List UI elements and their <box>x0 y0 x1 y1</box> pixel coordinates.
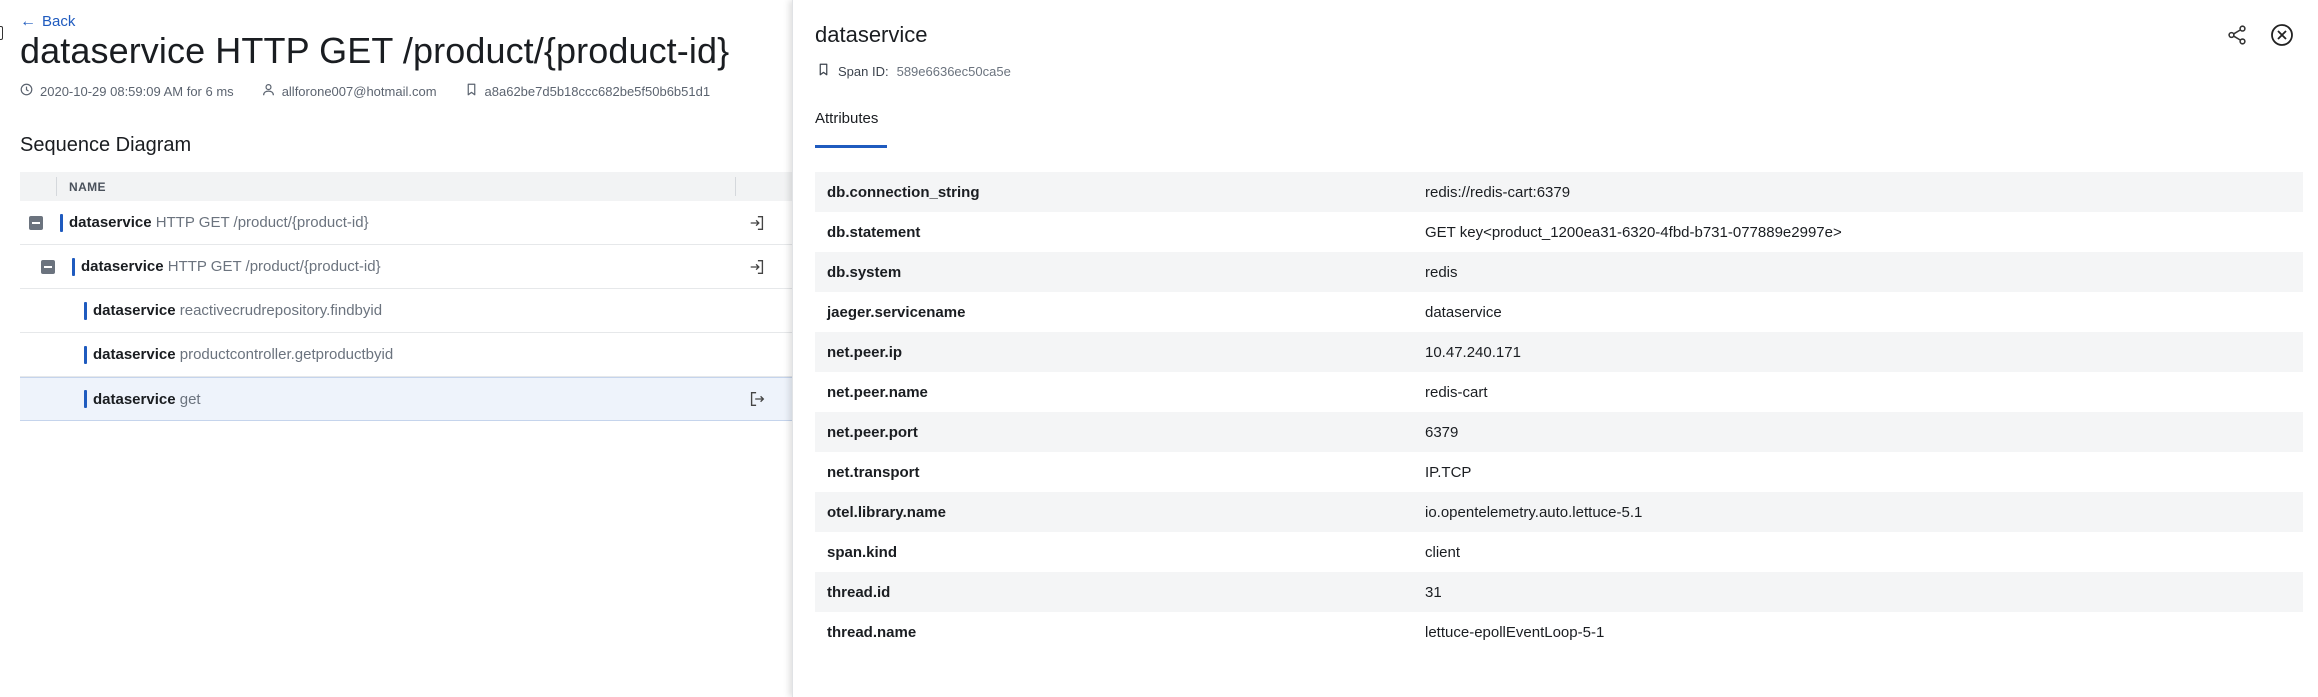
span-row[interactable]: dataservice HTTP GET /product/{product-i… <box>20 245 792 289</box>
attribute-row: db.system redis <box>815 252 2303 292</box>
span-operation: reactivecrudrepository.findbyid <box>179 302 383 319</box>
enter-span-icon[interactable] <box>748 214 766 232</box>
enter-span-icon[interactable] <box>748 258 766 276</box>
attribute-value: IP.TCP <box>1425 463 1472 481</box>
trace-id-text: a8a62be7d5b18ccc682be5f50b6b51d1 <box>484 83 711 99</box>
span-service: dataservice <box>93 346 176 363</box>
attribute-key: jaeger.servicename <box>827 303 966 321</box>
collapse-icon[interactable] <box>29 215 43 230</box>
column-divider[interactable] <box>735 177 736 196</box>
page-title: dataservice HTTP GET /product/{product-i… <box>20 30 730 71</box>
attribute-value: 31 <box>1425 583 1442 601</box>
attribute-row: net.peer.name redis-cart <box>815 372 2303 412</box>
attribute-value: 6379 <box>1425 423 1459 441</box>
attribute-key: db.statement <box>827 223 921 241</box>
panel-title: dataservice <box>815 22 928 47</box>
tab-attributes[interactable]: Attributes <box>815 110 888 148</box>
attribute-row: thread.id 31 <box>815 572 2303 612</box>
attribute-row: db.statement GET key<product_1200ea31-632… <box>815 212 2303 252</box>
sequence-grid: NAME dataservice HTTP GET /product/{prod… <box>20 172 792 421</box>
attribute-key: thread.name <box>827 623 917 641</box>
attribute-key: db.connection_string <box>827 183 980 201</box>
span-id-label: Span ID: <box>838 63 889 79</box>
trace-meta: 2020-10-29 08:59:09 AM for 6 ms allforon… <box>20 83 738 99</box>
attribute-row: otel.library.name io.opentelemetry.auto.l… <box>815 492 2303 532</box>
span-service: dataservice <box>81 258 164 275</box>
panel-tabs: Attributes <box>815 110 888 148</box>
attribute-value: dataservice <box>1425 303 1502 321</box>
span-operation: HTTP GET /product/{product-id} <box>155 214 369 231</box>
span-row[interactable]: dataservice HTTP GET /product/{product-i… <box>20 201 792 245</box>
user-icon <box>262 83 275 99</box>
span-color-bar <box>84 390 87 408</box>
span-color-bar <box>60 213 63 232</box>
meta-timestamp: 2020-10-29 08:59:09 AM for 6 ms <box>20 83 234 99</box>
bookmark-icon <box>817 63 830 79</box>
back-link[interactable]: ← Back <box>20 13 75 30</box>
span-color-bar <box>72 257 75 276</box>
span-label: dataservice HTTP GET /product/{product-i… <box>81 258 381 275</box>
attribute-row: net.transport IP.TCP <box>815 452 2303 492</box>
span-id-value: 589e6636ec50ca5e <box>896 63 1011 79</box>
attribute-key: net.peer.ip <box>827 343 903 361</box>
attribute-value: 10.47.240.171 <box>1425 343 1521 361</box>
attribute-key: net.peer.port <box>827 423 918 441</box>
attribute-key: thread.id <box>827 583 891 601</box>
span-label: dataservice get <box>93 391 201 408</box>
meta-user: allforone007@hotmail.com <box>262 83 437 99</box>
edge-handle[interactable] <box>0 26 3 40</box>
attribute-row: net.peer.port 6379 <box>815 412 2303 452</box>
column-name-header[interactable]: NAME <box>69 180 106 194</box>
attribute-value: client <box>1425 543 1461 561</box>
attribute-value: io.opentelemetry.auto.lettuce-5.1 <box>1425 503 1643 521</box>
attribute-row: thread.name lettuce-epollEventLoop-5-1 <box>815 612 2303 652</box>
user-text: allforone007@hotmail.com <box>281 83 437 99</box>
close-icon[interactable] <box>2270 23 2294 47</box>
meta-trace-id: a8a62be7d5b18ccc682be5f50b6b51d1 <box>465 83 711 99</box>
attribute-row: jaeger.servicename dataservice <box>815 292 2303 332</box>
span-detail-panel: dataservice Span ID: 589e6636ec50ca5e At… <box>792 0 2318 697</box>
attribute-key: span.kind <box>827 543 898 561</box>
attributes-table: db.connection_string redis://redis-cart:6… <box>815 172 2303 652</box>
span-service: dataservice <box>93 302 176 319</box>
arrow-left-icon: ← <box>20 12 36 30</box>
attribute-key: net.transport <box>827 463 920 481</box>
span-label: dataservice productcontroller.getproduct… <box>93 346 393 363</box>
span-row[interactable]: dataservice productcontroller.getproduct… <box>20 333 792 377</box>
attribute-key: otel.library.name <box>827 503 946 521</box>
span-row[interactable]: dataservice reactivecrudrepository.findb… <box>20 289 792 333</box>
span-label: dataservice HTTP GET /product/{product-i… <box>69 214 369 231</box>
span-color-bar <box>84 301 87 320</box>
share-icon[interactable] <box>2226 24 2248 46</box>
grid-header: NAME <box>20 172 792 201</box>
trace-page: ← Back dataservice HTTP GET /product/{pr… <box>0 0 792 697</box>
span-service: dataservice <box>69 214 152 231</box>
timestamp-text: 2020-10-29 08:59:09 AM for 6 ms <box>40 83 234 99</box>
attribute-value: GET key<product_1200ea31-6320-4fbd-b731-… <box>1425 223 1842 241</box>
collapse-icon[interactable] <box>41 259 55 274</box>
span-operation: productcontroller.getproductbyid <box>179 346 394 363</box>
back-label: Back <box>42 13 76 30</box>
span-operation: get <box>179 390 201 408</box>
exit-span-icon[interactable] <box>748 390 766 408</box>
attribute-value: lettuce-epollEventLoop-5-1 <box>1425 623 1605 641</box>
span-label: dataservice reactivecrudrepository.findb… <box>93 302 382 319</box>
attribute-value: redis <box>1425 263 1458 281</box>
attribute-row: span.kind client <box>815 532 2303 572</box>
column-divider[interactable] <box>56 177 57 196</box>
span-color-bar <box>84 345 87 364</box>
span-service: dataservice <box>93 390 176 408</box>
attribute-row: db.connection_string redis://redis-cart:6… <box>815 172 2303 212</box>
span-operation: HTTP GET /product/{product-id} <box>167 258 381 275</box>
bookmark-icon <box>465 83 478 99</box>
attribute-value: redis-cart <box>1425 383 1488 401</box>
span-id: Span ID: 589e6636ec50ca5e <box>817 63 1011 79</box>
clock-icon <box>20 83 33 99</box>
attribute-row: net.peer.ip 10.47.240.171 <box>815 332 2303 372</box>
sequence-diagram-title: Sequence Diagram <box>20 134 192 156</box>
attribute-key: net.peer.name <box>827 383 928 401</box>
span-row-selected[interactable]: dataservice get <box>20 377 792 421</box>
attribute-key: db.system <box>827 263 902 281</box>
attribute-value: redis://redis-cart:6379 <box>1425 183 1571 201</box>
